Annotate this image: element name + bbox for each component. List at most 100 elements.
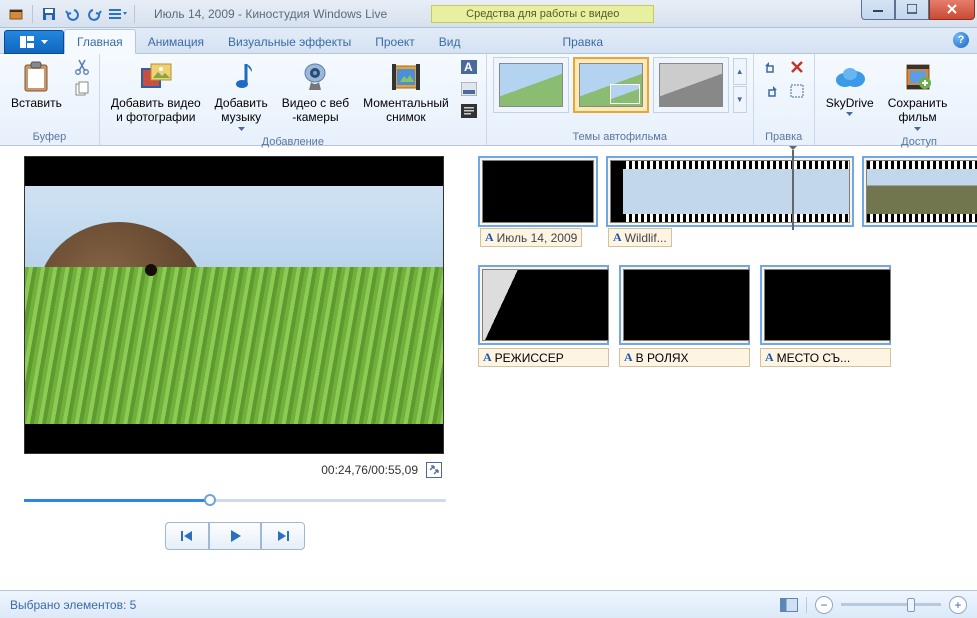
delete-icon[interactable] xyxy=(786,57,808,77)
theme-option-2-selected[interactable] xyxy=(573,57,649,113)
caption-1[interactable]: AИюль 14, 2009 xyxy=(480,228,582,247)
preview-player[interactable] xyxy=(24,156,444,454)
zoom-out-icon[interactable]: − xyxy=(815,596,833,614)
help-icon[interactable]: ? xyxy=(953,32,969,48)
separator xyxy=(134,5,135,23)
buffer-small-buttons xyxy=(71,57,93,99)
content-area: 00:24,76/00:55,09 AИюль 14, 2009 AWildli… xyxy=(0,146,977,588)
add-music-button[interactable]: Добавить музыку xyxy=(210,57,273,134)
redo-icon[interactable] xyxy=(85,4,105,24)
close-button[interactable] xyxy=(929,0,975,20)
rotate-right-icon[interactable] xyxy=(760,81,782,101)
ribbon-group-themes: ▲ ▼ Темы автофильма xyxy=(487,54,754,145)
save-movie-button[interactable]: Сохранить фильм xyxy=(883,57,953,134)
cut-icon[interactable] xyxy=(71,57,93,77)
label: Добавить музыку xyxy=(215,96,268,125)
tab-main[interactable]: Главная xyxy=(64,29,136,54)
add-small-buttons: A xyxy=(458,57,480,121)
undo-icon[interactable] xyxy=(62,4,82,24)
context-tab-label: Средства для работы с видео xyxy=(431,5,654,23)
title-icon[interactable]: A xyxy=(458,57,480,77)
webcam-button[interactable]: Видео с веб -камеры xyxy=(277,57,354,128)
label: Моментальный снимок xyxy=(363,96,449,125)
theme-gallery: ▲ ▼ xyxy=(493,57,747,113)
label: Видео с веб -камеры xyxy=(282,96,349,125)
preview-frame xyxy=(25,186,443,424)
tab-view[interactable]: Вид xyxy=(427,30,473,53)
time-display: 00:24,76/00:55,09 xyxy=(24,454,446,486)
gallery-up-icon[interactable]: ▲ xyxy=(733,58,747,85)
zoom-thumb[interactable] xyxy=(907,598,915,612)
save-icon[interactable] xyxy=(39,4,59,24)
clip-title[interactable] xyxy=(478,156,598,227)
storyboard[interactable]: AИюль 14, 2009 AWildlif... AРЕЖИССЕР AВ … xyxy=(460,146,977,588)
zoom-in-icon[interactable]: + xyxy=(949,596,967,614)
status-selected: Выбрано элементов: 5 xyxy=(10,598,136,612)
next-frame-button[interactable] xyxy=(261,522,305,550)
credits-icon[interactable] xyxy=(458,101,480,121)
copy-icon[interactable] xyxy=(71,79,93,99)
clip-credits-1[interactable]: AРЕЖИССЕР xyxy=(478,265,609,367)
storyboard-row-1: AИюль 14, 2009 AWildlif... xyxy=(478,156,967,227)
tab-project[interactable]: Проект xyxy=(363,30,427,53)
status-bar: Выбрано элементов: 5 − + xyxy=(0,590,977,618)
label: Добавить видео и фотографии xyxy=(111,96,201,125)
file-menu-button[interactable] xyxy=(4,30,64,54)
seek-bar[interactable] xyxy=(24,490,446,510)
titlebar: Июль 14, 2009 - Киностудия Windows Live … xyxy=(0,0,977,28)
window-controls xyxy=(861,8,977,20)
app-icon[interactable] xyxy=(6,4,26,24)
gallery-more-icon[interactable]: ▼ xyxy=(733,86,747,113)
separator xyxy=(32,5,33,23)
playhead[interactable] xyxy=(792,150,794,230)
caption-icon[interactable] xyxy=(458,79,480,99)
minimize-button[interactable] xyxy=(861,0,895,20)
svg-text:A: A xyxy=(464,60,473,74)
playback-controls xyxy=(24,522,446,550)
tab-animation[interactable]: Анимация xyxy=(136,30,216,53)
clip-credits-2[interactable]: AВ РОЛЯХ xyxy=(619,265,750,367)
snapshot-icon xyxy=(392,60,420,94)
ribbon: Вставить Буфер Добавить видео и фотограф… xyxy=(0,54,977,146)
skydrive-icon xyxy=(833,60,867,94)
zoom-slider[interactable] xyxy=(841,603,941,606)
label: Сохранить фильм xyxy=(888,96,948,125)
fullscreen-icon[interactable] xyxy=(426,462,442,478)
maximize-button[interactable] xyxy=(895,0,929,20)
seek-thumb[interactable] xyxy=(204,494,216,506)
time-text: 00:24,76/00:55,09 xyxy=(321,463,418,477)
snapshot-button[interactable]: Моментальный снимок xyxy=(358,57,454,128)
label: SkyDrive xyxy=(826,96,874,110)
theme-option-3[interactable] xyxy=(653,57,729,113)
caption-2[interactable]: AWildlif... xyxy=(608,228,672,247)
select-all-icon[interactable] xyxy=(786,81,808,101)
login-button[interactable]: Войти xyxy=(969,57,977,113)
play-button[interactable] xyxy=(209,522,261,550)
theme-option-1[interactable] xyxy=(493,57,569,113)
paste-button[interactable]: Вставить xyxy=(6,57,67,113)
tab-visual-effects[interactable]: Визуальные эффекты xyxy=(216,30,363,53)
view-mode-icon[interactable] xyxy=(780,598,798,612)
ribbon-tabs: Главная Анимация Визуальные эффекты Прое… xyxy=(0,28,977,54)
group-label: Правка xyxy=(760,129,808,145)
film-photo-icon xyxy=(139,60,173,94)
seek-progress xyxy=(24,499,210,502)
add-video-photo-button[interactable]: Добавить видео и фотографии xyxy=(106,57,206,128)
edit-buttons xyxy=(760,57,808,101)
quick-access-toolbar xyxy=(0,4,144,24)
clip-video-2[interactable] xyxy=(862,156,977,227)
clip-credits-3[interactable]: AМЕСТО СЪ... xyxy=(760,265,891,367)
rotate-left-icon[interactable] xyxy=(760,57,782,77)
window-title: Июль 14, 2009 - Киностудия Windows Live xyxy=(154,7,387,21)
qat-customize-icon[interactable] xyxy=(108,4,128,24)
preview-pane: 00:24,76/00:55,09 xyxy=(0,146,460,588)
clipboard-icon xyxy=(22,60,50,94)
skydrive-button[interactable]: SkyDrive xyxy=(821,57,879,119)
prev-frame-button[interactable] xyxy=(165,522,209,550)
clip-video-1[interactable] xyxy=(606,156,854,227)
webcam-icon xyxy=(301,60,329,94)
tab-edit[interactable]: Правка xyxy=(550,30,615,53)
ribbon-group-add: Добавить видео и фотографии Добавить муз… xyxy=(100,54,487,145)
save-movie-icon xyxy=(903,60,933,94)
ribbon-group-buffer: Вставить Буфер xyxy=(0,54,100,145)
